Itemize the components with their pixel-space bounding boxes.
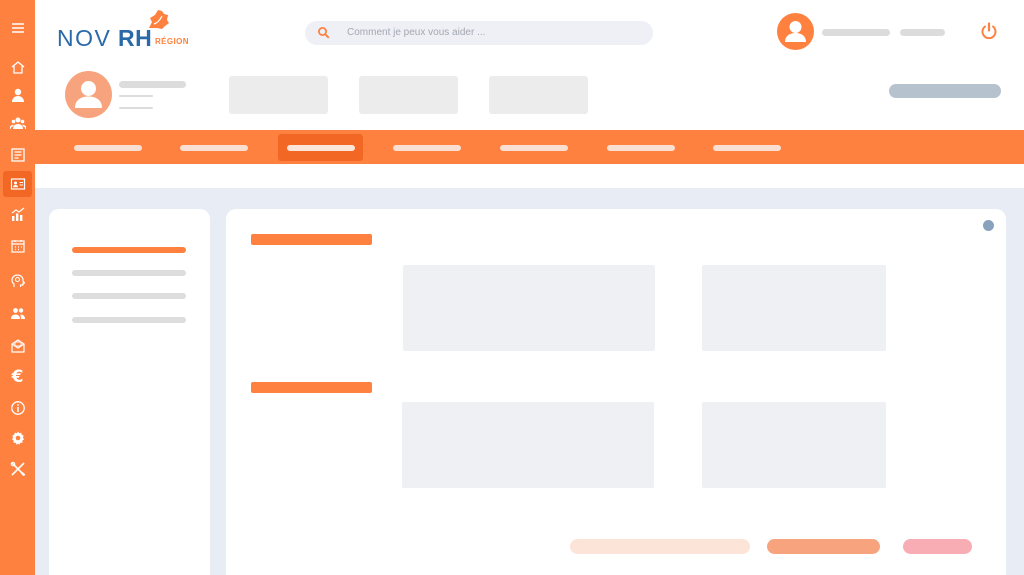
header-action-pill[interactable] (889, 84, 1001, 98)
team-icon[interactable] (3, 300, 32, 326)
group-icon[interactable] (3, 110, 32, 136)
tab-label-placeholder (73, 144, 142, 151)
tab-5[interactable] (491, 134, 576, 161)
tab-1[interactable] (65, 134, 150, 161)
content-block (403, 265, 655, 351)
user-name-placeholder (822, 29, 890, 36)
chart-icon[interactable] (3, 201, 32, 227)
section-title-placeholder (251, 234, 372, 245)
tab-label-placeholder (606, 144, 675, 151)
subheader-strip (35, 164, 1024, 188)
power-icon[interactable] (979, 21, 999, 41)
tab-6[interactable] (598, 134, 683, 161)
region-map-icon (149, 10, 169, 29)
tab-3-active[interactable] (278, 134, 363, 161)
header: NOV RH RÉGION Comment je peux vous aider… (35, 0, 1024, 130)
tab-7[interactable] (704, 134, 789, 161)
tab-label-placeholder (286, 144, 355, 151)
section-title-placeholder (251, 382, 372, 393)
brain-icon[interactable] (3, 268, 32, 294)
gear-icon[interactable] (3, 425, 32, 451)
tab-label-placeholder (499, 144, 568, 151)
user-role-placeholder (900, 29, 945, 36)
menu-icon[interactable] (3, 15, 32, 41)
cancel-action-button[interactable] (903, 539, 972, 554)
calendar-icon[interactable] (3, 233, 32, 259)
user-icon[interactable] (3, 82, 32, 108)
profile-name-placeholder (119, 81, 186, 88)
side-menu-item[interactable] (72, 270, 186, 276)
logo-text-nov: NOV (57, 25, 112, 51)
side-menu-item-active[interactable] (72, 247, 186, 253)
user-avatar[interactable] (777, 13, 814, 50)
primary-action-button[interactable] (767, 539, 880, 554)
side-menu-card (49, 209, 210, 575)
secondary-action-button[interactable] (570, 539, 750, 554)
profile-avatar (65, 71, 112, 118)
logo-text-region: RÉGION (155, 37, 189, 46)
sidebar: € (0, 0, 35, 575)
document-icon[interactable] (3, 142, 32, 168)
tab-label-placeholder (392, 144, 461, 151)
home-icon[interactable] (3, 54, 32, 80)
kpi-card (359, 76, 458, 114)
euro-icon[interactable]: € (3, 364, 32, 390)
info-icon[interactable] (3, 395, 32, 421)
content-block (702, 402, 886, 488)
search-input[interactable]: Comment je peux vous aider ... (347, 26, 485, 40)
side-menu-item[interactable] (72, 317, 186, 323)
mail-icon[interactable] (3, 333, 32, 359)
profile-line-placeholder (119, 95, 153, 97)
search-icon (318, 27, 330, 39)
app-logo[interactable]: NOV RH RÉGION (57, 8, 197, 53)
main-content-card (226, 209, 1006, 575)
content-block (402, 402, 654, 488)
tab-label-placeholder (179, 144, 248, 151)
kpi-card (229, 76, 328, 114)
search-bar[interactable]: Comment je peux vous aider ... (305, 21, 653, 45)
content-block (702, 265, 886, 351)
tools-icon[interactable] (3, 456, 32, 482)
id-card-icon[interactable] (3, 171, 32, 197)
tab-2[interactable] (171, 134, 256, 161)
tab-bar (35, 130, 1024, 164)
side-menu-item[interactable] (72, 293, 186, 299)
status-dot (983, 220, 994, 231)
tab-label-placeholder (712, 144, 781, 151)
tab-4[interactable] (384, 134, 469, 161)
kpi-card (489, 76, 588, 114)
profile-line-placeholder (119, 107, 153, 109)
